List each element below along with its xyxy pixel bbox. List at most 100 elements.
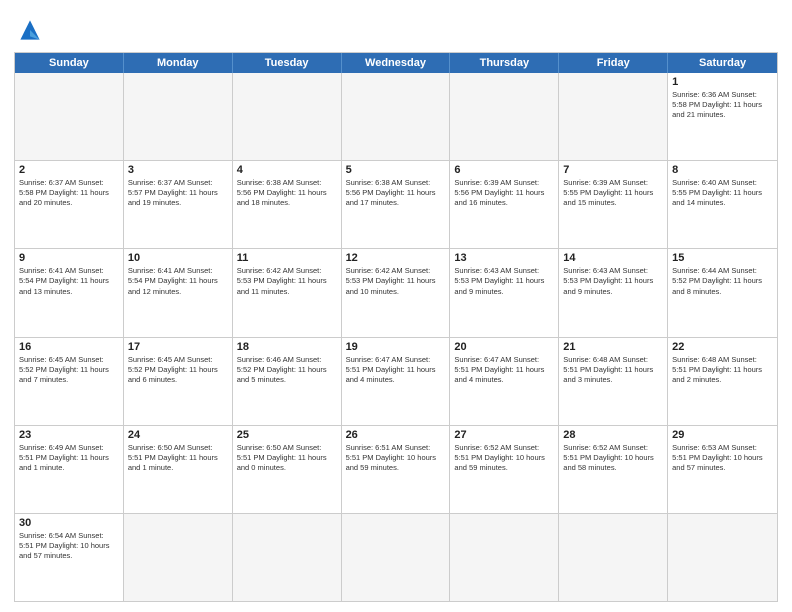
cell-info: Sunrise: 6:36 AM Sunset: 5:58 PM Dayligh… — [672, 90, 773, 120]
cell-info: Sunrise: 6:39 AM Sunset: 5:55 PM Dayligh… — [563, 178, 663, 208]
calendar-cell: 9 Sunrise: 6:41 AM Sunset: 5:54 PM Daylig… — [15, 249, 124, 336]
calendar-cell: 7 Sunrise: 6:39 AM Sunset: 5:55 PM Daylig… — [559, 161, 668, 248]
day-number: 12 — [346, 252, 446, 264]
calendar-cell: 14 Sunrise: 6:43 AM Sunset: 5:53 PM Dayli… — [559, 249, 668, 336]
calendar-cell: 23 Sunrise: 6:49 AM Sunset: 5:51 PM Dayli… — [15, 426, 124, 513]
cell-info: Sunrise: 6:37 AM Sunset: 5:58 PM Dayligh… — [19, 178, 119, 208]
calendar-cell — [450, 514, 559, 601]
calendar-cell: 20 Sunrise: 6:47 AM Sunset: 5:51 PM Dayli… — [450, 338, 559, 425]
calendar-header: SundayMondayTuesdayWednesdayThursdayFrid… — [15, 53, 777, 73]
calendar-cell: 15 Sunrise: 6:44 AM Sunset: 5:52 PM Dayli… — [668, 249, 777, 336]
page: SundayMondayTuesdayWednesdayThursdayFrid… — [0, 0, 792, 612]
cell-info: Sunrise: 6:39 AM Sunset: 5:56 PM Dayligh… — [454, 178, 554, 208]
calendar-row-4: 23 Sunrise: 6:49 AM Sunset: 5:51 PM Dayli… — [15, 425, 777, 513]
cell-info: Sunrise: 6:48 AM Sunset: 5:51 PM Dayligh… — [672, 355, 773, 385]
day-number: 13 — [454, 252, 554, 264]
day-number: 27 — [454, 429, 554, 441]
day-number: 4 — [237, 164, 337, 176]
cell-info: Sunrise: 6:42 AM Sunset: 5:53 PM Dayligh… — [346, 266, 446, 296]
calendar-body: 1 Sunrise: 6:36 AM Sunset: 5:58 PM Daylig… — [15, 73, 777, 601]
calendar-cell: 2 Sunrise: 6:37 AM Sunset: 5:58 PM Daylig… — [15, 161, 124, 248]
day-number: 30 — [19, 517, 119, 529]
day-number: 26 — [346, 429, 446, 441]
cell-info: Sunrise: 6:51 AM Sunset: 5:51 PM Dayligh… — [346, 443, 446, 473]
calendar-cell — [124, 514, 233, 601]
calendar-cell: 12 Sunrise: 6:42 AM Sunset: 5:53 PM Dayli… — [342, 249, 451, 336]
cell-info: Sunrise: 6:43 AM Sunset: 5:53 PM Dayligh… — [563, 266, 663, 296]
day-number: 20 — [454, 341, 554, 353]
day-number: 23 — [19, 429, 119, 441]
cell-info: Sunrise: 6:45 AM Sunset: 5:52 PM Dayligh… — [19, 355, 119, 385]
calendar-cell — [342, 73, 451, 160]
cell-info: Sunrise: 6:47 AM Sunset: 5:51 PM Dayligh… — [346, 355, 446, 385]
calendar-cell: 4 Sunrise: 6:38 AM Sunset: 5:56 PM Daylig… — [233, 161, 342, 248]
weekday-header-sunday: Sunday — [15, 53, 124, 73]
calendar-cell: 3Sunrise: 6:37 AM Sunset: 5:57 PM Daylig… — [124, 161, 233, 248]
day-number: 7 — [563, 164, 663, 176]
day-number: 1 — [672, 76, 773, 88]
calendar-cell: 30Sunrise: 6:54 AM Sunset: 5:51 PM Dayli… — [15, 514, 124, 601]
calendar-cell: 24 Sunrise: 6:50 AM Sunset: 5:51 PM Dayli… — [124, 426, 233, 513]
weekday-header-thursday: Thursday — [450, 53, 559, 73]
calendar-cell: 25Sunrise: 6:50 AM Sunset: 5:51 PM Dayli… — [233, 426, 342, 513]
day-number: 29 — [672, 429, 773, 441]
day-number: 5 — [346, 164, 446, 176]
weekday-header-tuesday: Tuesday — [233, 53, 342, 73]
cell-info: Sunrise: 6:45 AM Sunset: 5:52 PM Dayligh… — [128, 355, 228, 385]
cell-info: Sunrise: 6:37 AM Sunset: 5:57 PM Dayligh… — [128, 178, 228, 208]
calendar-cell: 27 Sunrise: 6:52 AM Sunset: 5:51 PM Dayli… — [450, 426, 559, 513]
calendar: SundayMondayTuesdayWednesdayThursdayFrid… — [14, 52, 778, 602]
calendar-row-2: 9 Sunrise: 6:41 AM Sunset: 5:54 PM Daylig… — [15, 248, 777, 336]
day-number: 28 — [563, 429, 663, 441]
cell-info: Sunrise: 6:53 AM Sunset: 5:51 PM Dayligh… — [672, 443, 773, 473]
weekday-header-wednesday: Wednesday — [342, 53, 451, 73]
calendar-cell: 16Sunrise: 6:45 AM Sunset: 5:52 PM Dayli… — [15, 338, 124, 425]
day-number: 22 — [672, 341, 773, 353]
day-number: 6 — [454, 164, 554, 176]
calendar-cell — [15, 73, 124, 160]
weekday-header-monday: Monday — [124, 53, 233, 73]
day-number: 11 — [237, 252, 337, 264]
calendar-cell — [559, 73, 668, 160]
cell-info: Sunrise: 6:52 AM Sunset: 5:51 PM Dayligh… — [454, 443, 554, 473]
weekday-header-saturday: Saturday — [668, 53, 777, 73]
calendar-cell: 26 Sunrise: 6:51 AM Sunset: 5:51 PM Dayli… — [342, 426, 451, 513]
cell-info: Sunrise: 6:44 AM Sunset: 5:52 PM Dayligh… — [672, 266, 773, 296]
calendar-row-1: 2 Sunrise: 6:37 AM Sunset: 5:58 PM Daylig… — [15, 160, 777, 248]
day-number: 14 — [563, 252, 663, 264]
calendar-cell — [668, 514, 777, 601]
logo-icon — [14, 14, 46, 46]
day-number: 9 — [19, 252, 119, 264]
day-number: 25 — [237, 429, 337, 441]
cell-info: Sunrise: 6:46 AM Sunset: 5:52 PM Dayligh… — [237, 355, 337, 385]
calendar-cell: 28 Sunrise: 6:52 AM Sunset: 5:51 PM Dayli… — [559, 426, 668, 513]
calendar-row-3: 16Sunrise: 6:45 AM Sunset: 5:52 PM Dayli… — [15, 337, 777, 425]
cell-info: Sunrise: 6:41 AM Sunset: 5:54 PM Dayligh… — [19, 266, 119, 296]
cell-info: Sunrise: 6:49 AM Sunset: 5:51 PM Dayligh… — [19, 443, 119, 473]
calendar-cell — [233, 73, 342, 160]
cell-info: Sunrise: 6:41 AM Sunset: 5:54 PM Dayligh… — [128, 266, 228, 296]
cell-info: Sunrise: 6:40 AM Sunset: 5:55 PM Dayligh… — [672, 178, 773, 208]
day-number: 10 — [128, 252, 228, 264]
cell-info: Sunrise: 6:43 AM Sunset: 5:53 PM Dayligh… — [454, 266, 554, 296]
cell-info: Sunrise: 6:52 AM Sunset: 5:51 PM Dayligh… — [563, 443, 663, 473]
cell-info: Sunrise: 6:48 AM Sunset: 5:51 PM Dayligh… — [563, 355, 663, 385]
calendar-cell — [559, 514, 668, 601]
cell-info: Sunrise: 6:50 AM Sunset: 5:51 PM Dayligh… — [128, 443, 228, 473]
calendar-cell: 10 Sunrise: 6:41 AM Sunset: 5:54 PM Dayli… — [124, 249, 233, 336]
day-number: 24 — [128, 429, 228, 441]
logo — [14, 14, 50, 46]
calendar-cell: 21Sunrise: 6:48 AM Sunset: 5:51 PM Dayli… — [559, 338, 668, 425]
calendar-cell — [233, 514, 342, 601]
cell-info: Sunrise: 6:42 AM Sunset: 5:53 PM Dayligh… — [237, 266, 337, 296]
calendar-row-5: 30Sunrise: 6:54 AM Sunset: 5:51 PM Dayli… — [15, 513, 777, 601]
cell-info: Sunrise: 6:47 AM Sunset: 5:51 PM Dayligh… — [454, 355, 554, 385]
day-number: 18 — [237, 341, 337, 353]
calendar-cell — [124, 73, 233, 160]
cell-info: Sunrise: 6:38 AM Sunset: 5:56 PM Dayligh… — [237, 178, 337, 208]
calendar-cell: 6 Sunrise: 6:39 AM Sunset: 5:56 PM Daylig… — [450, 161, 559, 248]
day-number: 15 — [672, 252, 773, 264]
calendar-cell: 5Sunrise: 6:38 AM Sunset: 5:56 PM Daylig… — [342, 161, 451, 248]
day-number: 2 — [19, 164, 119, 176]
calendar-cell — [450, 73, 559, 160]
